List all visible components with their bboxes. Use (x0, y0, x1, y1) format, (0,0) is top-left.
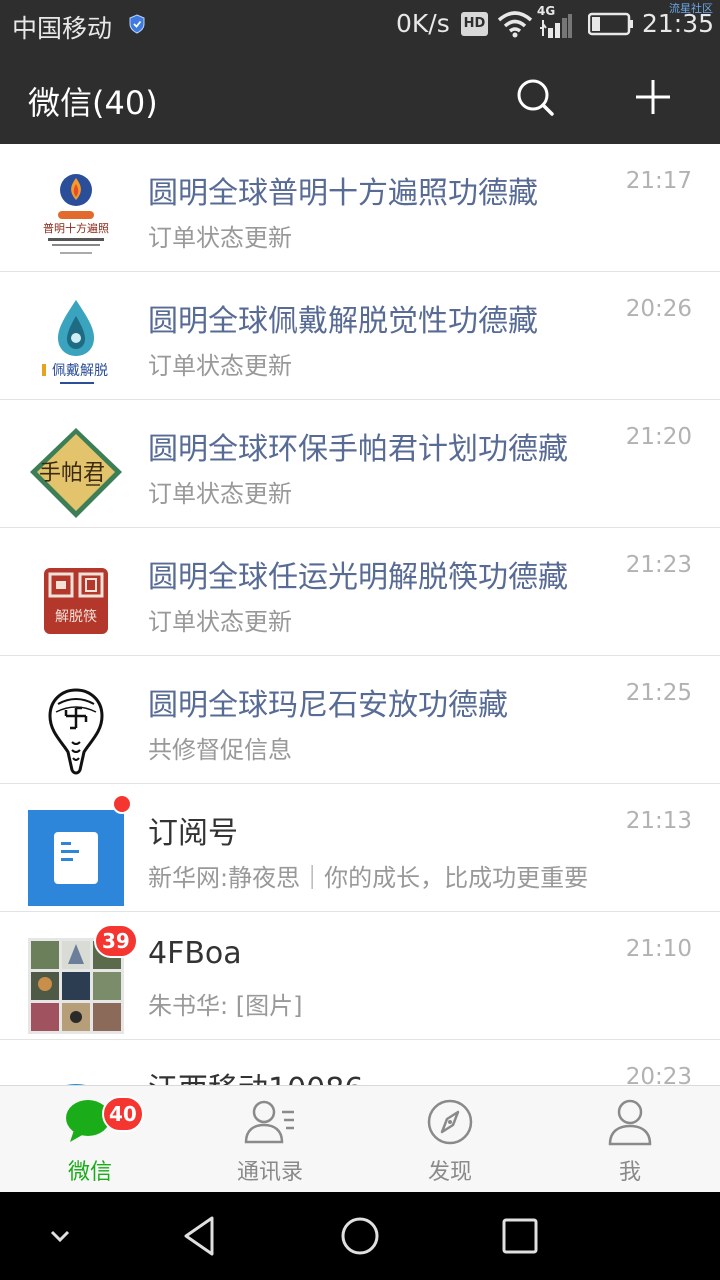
wifi-icon (497, 11, 533, 38)
search-button[interactable] (510, 72, 560, 122)
chat-row[interactable]: 江西移动10086 20:23 (0, 1040, 720, 1085)
chat-time: 21:25 (625, 680, 692, 706)
chat-preview: 订单状态更新 (148, 224, 292, 252)
chat-name: 圆明全球环保手帕君计划功德藏 (148, 432, 568, 467)
chat-preview: 新华网:静夜思｜你的成长，比成功更重要 (148, 864, 589, 892)
recents-square-icon[interactable] (498, 1214, 542, 1258)
chat-row[interactable]: 手帕君 圆明全球环保手帕君计划功德藏 订单状态更新 21:20 (0, 400, 720, 528)
android-nav-bar (0, 1192, 720, 1280)
plus-icon (636, 80, 670, 114)
china-mobile-logo-avatar (28, 1066, 124, 1085)
unread-dot (112, 794, 132, 814)
chat-name: 圆明全球任运光明解脱筷功德藏 (148, 560, 568, 595)
chat-time: 20:26 (625, 296, 692, 322)
chat-preview: 订单状态更新 (148, 480, 292, 508)
chat-row[interactable]: 佩戴解脱 圆明全球佩戴解脱觉性功德藏 订单状态更新 20:26 (0, 272, 720, 400)
svg-text:佩戴解脱: 佩戴解脱 (52, 363, 108, 379)
tab-contacts[interactable]: 通讯录 (180, 1086, 360, 1193)
chat-preview: 朱书华: [图片] (148, 992, 303, 1020)
puming-logo-avatar: 普明十方遍照 (28, 170, 124, 266)
header-bar: 微信(40) (0, 50, 720, 144)
chat-time: 21:23 (625, 552, 692, 578)
chat-name: 圆明全球普明十方遍照功德藏 (148, 176, 538, 211)
status-bar: 中国移动 0K/s HD 4G 21:35 流星社区 (0, 0, 720, 50)
search-icon (517, 79, 554, 116)
tab-discover[interactable]: 发现 (360, 1086, 540, 1193)
chat-preview: 共修督促信息 (148, 736, 292, 764)
tab-chats[interactable]: 40 微信 (0, 1086, 180, 1193)
chat-row[interactable]: 订阅号 新华网:静夜思｜你的成长，比成功更重要 21:13 (0, 784, 720, 912)
tab-label: 发现 (427, 1160, 472, 1185)
chat-row[interactable]: 圆明全球玛尼石安放功德藏 共修督促信息 21:25 (0, 656, 720, 784)
compass-icon (427, 1099, 473, 1145)
contacts-icon (244, 1100, 294, 1144)
chat-list[interactable]: 普明十方遍照 圆明全球普明十方遍照功德藏 订单状态更新 21:17 佩戴解脱 圆… (0, 144, 720, 1085)
chat-name: 江西移动10086 (148, 1064, 568, 1085)
chat-time: 21:17 (625, 168, 692, 194)
chat-name: 圆明全球佩戴解脱觉性功德藏 (148, 304, 538, 339)
chat-row[interactable]: 解脱筷 圆明全球任运光明解脱筷功德藏 订单状态更新 21:23 (0, 528, 720, 656)
watermark-text: 流星社区 (669, 2, 713, 15)
peidai-logo-avatar: 佩戴解脱 (28, 298, 124, 394)
chat-row[interactable]: 39 4FBoa 朱书华: [图片] 21:10 (0, 912, 720, 1040)
chat-name: 圆明全球玛尼石安放功德藏 (148, 688, 508, 723)
bottom-tab-bar: 40 微信 通讯录 发现 我 (0, 1085, 720, 1192)
network-speed: 0K/s (396, 9, 450, 38)
hd-badge: HD (461, 12, 488, 36)
tab-label: 我 (618, 1160, 641, 1185)
chat-time: 21:10 (625, 936, 692, 962)
back-triangle-icon[interactable] (178, 1214, 222, 1258)
chat-time: 20:23 (625, 1064, 692, 1085)
chat-name: 4FBoa (148, 936, 242, 971)
shield-icon (129, 14, 145, 34)
tab-label: 微信 (67, 1160, 112, 1185)
tab-me[interactable]: 我 (540, 1086, 720, 1193)
tab-unread-badge: 40 (102, 1096, 144, 1132)
person-icon (608, 1099, 652, 1146)
tab-label: 通讯录 (236, 1160, 303, 1185)
add-button[interactable] (628, 72, 678, 122)
conch-avatar (28, 682, 124, 778)
shoupajun-logo-avatar: 手帕君 (28, 426, 124, 522)
chat-row[interactable]: 普明十方遍照 圆明全球普明十方遍照功德藏 订单状态更新 21:17 (0, 144, 720, 272)
chat-time: 21:13 (625, 808, 692, 834)
battery-icon (588, 12, 633, 36)
carrier-name: 中国移动 (12, 14, 113, 43)
signal-icon (540, 14, 572, 38)
chat-preview: 订单状态更新 (148, 608, 292, 636)
home-circle-icon[interactable] (338, 1214, 382, 1258)
svg-text:普明十方遍照: 普明十方遍照 (43, 221, 109, 235)
collapse-chevron-icon[interactable] (38, 1214, 82, 1258)
jietuokuai-seal-avatar: 解脱筷 (28, 554, 124, 650)
subscription-icon (28, 810, 124, 906)
svg-text:手帕君: 手帕君 (39, 461, 105, 486)
page-title: 微信(40) (28, 84, 158, 122)
chat-preview: 订单状态更新 (148, 352, 292, 380)
chat-time: 21:20 (625, 424, 692, 450)
chat-name: 订阅号 (148, 816, 238, 851)
svg-text:解脱筷: 解脱筷 (55, 608, 97, 625)
unread-count-badge: 39 (94, 924, 138, 958)
